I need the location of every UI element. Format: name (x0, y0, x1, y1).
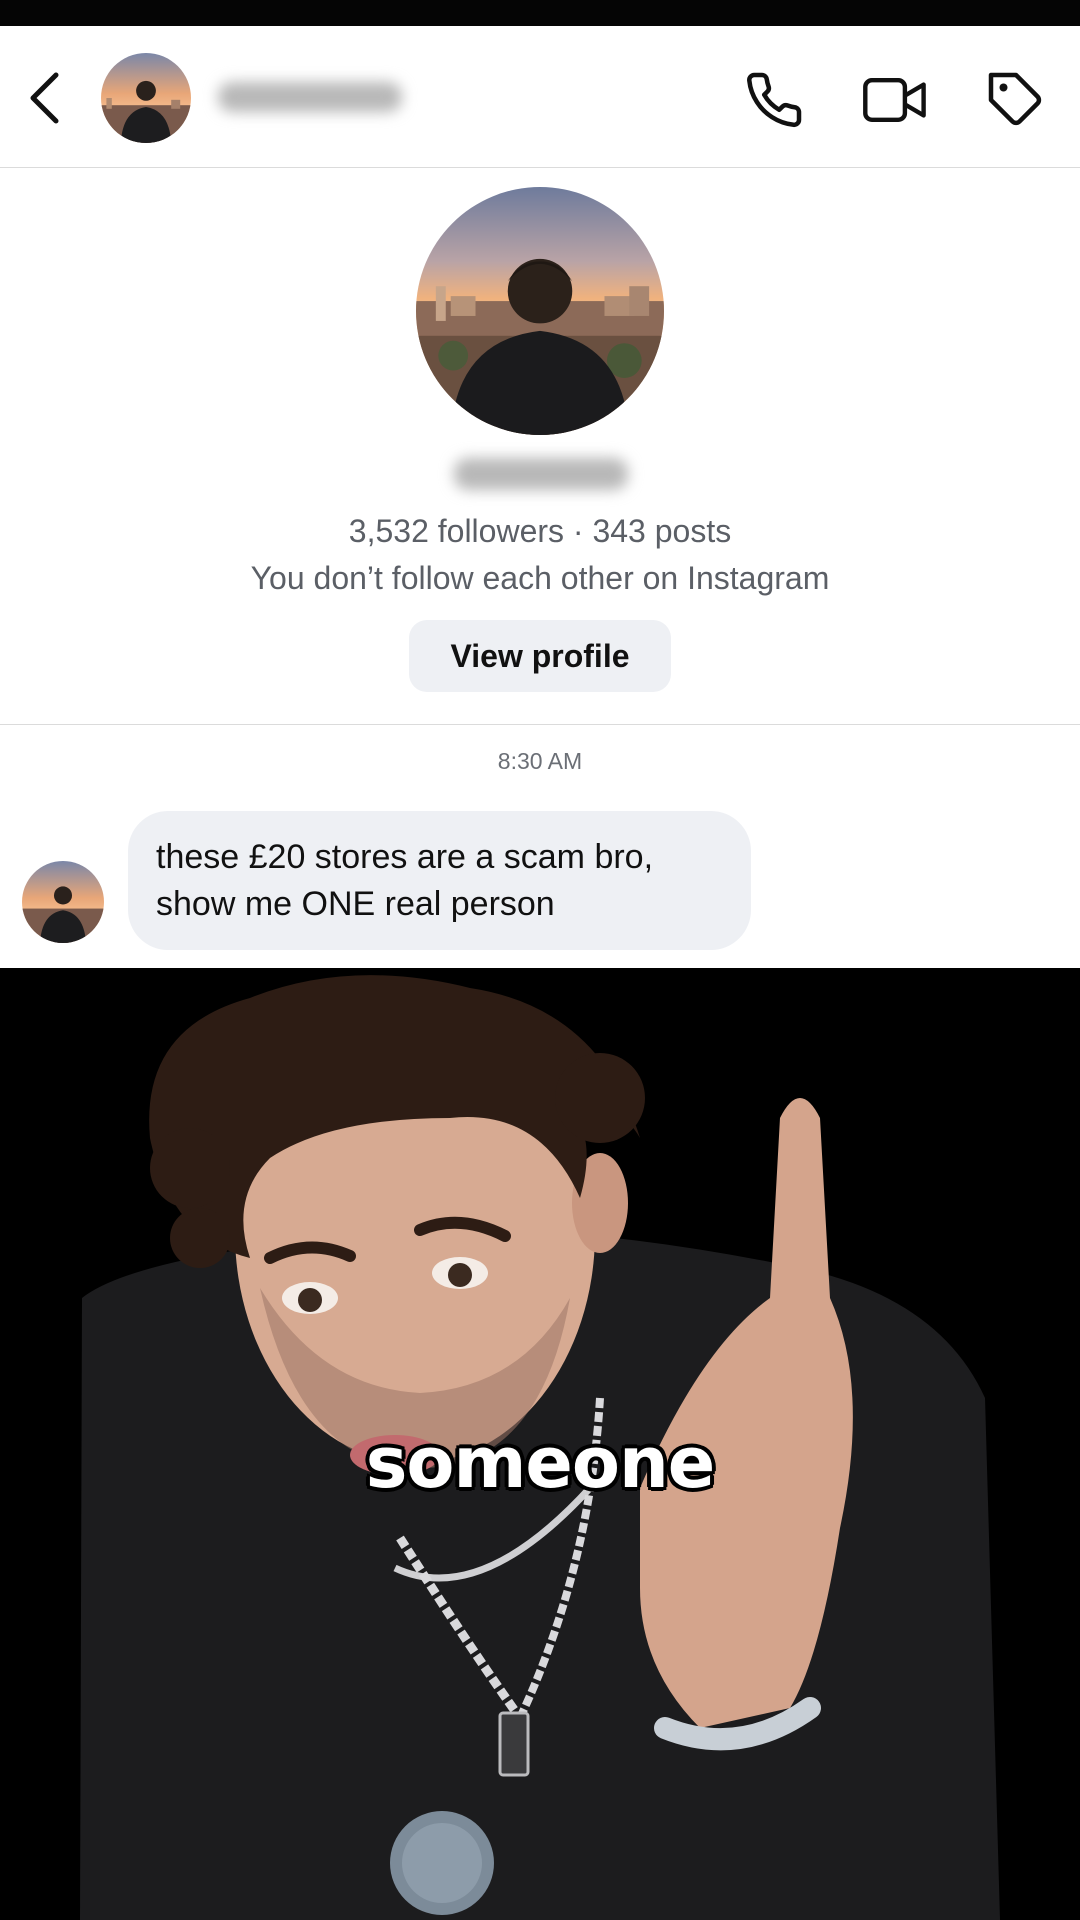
video-caption: someone (365, 1422, 716, 1504)
phone-icon (747, 72, 802, 128)
view-profile-button[interactable]: View profile (409, 620, 671, 692)
profile-card: 3,532 followers · 343 posts You don’t fo… (0, 168, 1080, 725)
message-bubble[interactable]: these £20 stores are a scam bro, show me… (128, 811, 751, 950)
tag-icon (988, 72, 1042, 126)
chevron-left-icon (30, 72, 59, 124)
message-text-line: show me ONE real person (156, 884, 555, 923)
chat-header (0, 26, 1080, 168)
dm-screen: 3,532 followers · 343 posts You don’t fo… (0, 26, 1080, 968)
video-camera-icon (863, 78, 926, 122)
sender-avatar[interactable] (22, 861, 104, 943)
follow-status: You don’t follow each other on Instagram (250, 560, 830, 596)
tag-button[interactable] (980, 64, 1052, 136)
call-button[interactable] (738, 64, 810, 136)
header-avatar[interactable] (101, 53, 191, 143)
profile-avatar[interactable] (416, 187, 664, 435)
status-bar (0, 0, 1080, 26)
back-button[interactable] (22, 70, 66, 126)
message-text-line: these £20 stores are a scam bro, (156, 837, 654, 876)
video-frame: someone (0, 968, 1080, 1920)
username-redacted (218, 82, 402, 112)
profile-stats: 3,532 followers · 343 posts (348, 513, 732, 549)
profile-username-redacted (454, 458, 628, 490)
message-timestamp: 8:30 AM (497, 748, 583, 774)
video-call-button[interactable] (859, 64, 931, 136)
